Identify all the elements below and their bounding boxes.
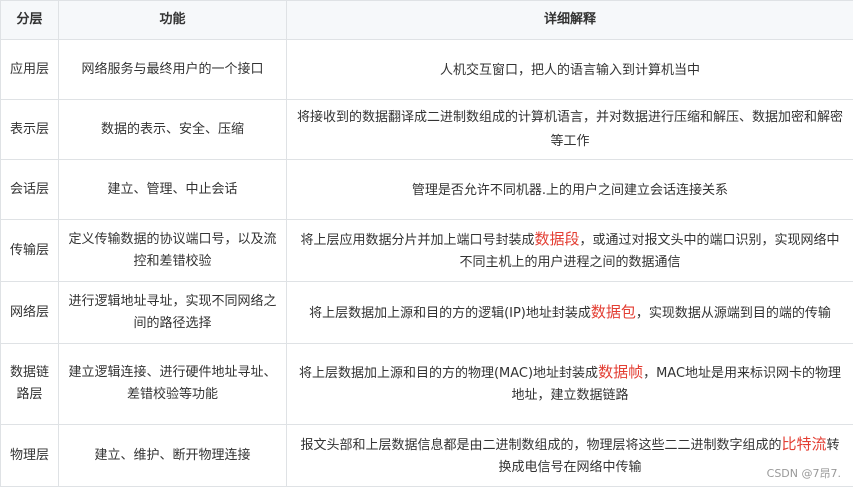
table-row-network: 网络层 进行逻辑地址寻址，实现不同网络之间的路径选择 将上层数据加上源和目的方的… bbox=[0, 281, 853, 344]
layer-detail: 将上层数据加上源和目的方的逻辑(IP)地址封装成数据包，实现数据从源端到目的端的… bbox=[286, 281, 853, 344]
table-row-physical: 物理层 建立、维护、断开物理连接 报文头部和上层数据信息都是由二进制数组成的，物… bbox=[0, 424, 853, 487]
layer-name: 物理层 bbox=[0, 424, 59, 487]
layer-name: 会话层 bbox=[0, 159, 59, 220]
header-layer: 分层 bbox=[0, 0, 59, 40]
layer-name: 网络层 bbox=[0, 281, 59, 344]
table-row-presentation: 表示层 数据的表示、安全、压缩 将接收到的数据翻译成二进制数组成的计算机语言，并… bbox=[0, 99, 853, 160]
layer-detail: 管理是否允许不同机器.上的用户之间建立会话连接关系 bbox=[286, 159, 853, 220]
detail-text-after: ，实现数据从源端到目的端的传输 bbox=[635, 305, 831, 321]
table-row-session: 会话层 建立、管理、中止会话 管理是否允许不同机器.上的用户之间建立会话连接关系 bbox=[0, 159, 853, 220]
detail-highlight: 数据包 bbox=[590, 302, 636, 321]
detail-highlight: 数据段 bbox=[534, 229, 580, 248]
detail-text: 将上层数据加上源和目的方的逻辑(IP)地址封装成 bbox=[309, 305, 591, 321]
layer-name: 数据链路层 bbox=[0, 343, 59, 425]
detail-highlight: 比特流 bbox=[781, 434, 827, 453]
header-detail: 详细解释 bbox=[286, 0, 853, 40]
layer-name: 表示层 bbox=[0, 99, 59, 160]
detail-text: 将上层应用数据分片并加上端口号封装成 bbox=[300, 232, 535, 248]
header-function: 功能 bbox=[58, 0, 287, 40]
layer-function: 建立、管理、中止会话 bbox=[58, 159, 287, 220]
layer-function: 建立逻辑连接、进行硬件地址寻址、差错校验等功能 bbox=[58, 343, 287, 425]
detail-text: 人机交互窗口，把人的语言输入到计算机当中 bbox=[439, 62, 700, 78]
detail-text: 将接收到的数据翻译成二进制数组成的计算机语言，并对数据进行压缩和解压、数据加密和… bbox=[296, 109, 843, 149]
layer-detail: 将接收到的数据翻译成二进制数组成的计算机语言，并对数据进行压缩和解压、数据加密和… bbox=[286, 99, 853, 160]
layer-function: 进行逻辑地址寻址，实现不同网络之间的路径选择 bbox=[58, 281, 287, 344]
csdn-watermark: CSDN @7昂7. bbox=[766, 467, 841, 480]
osi-layers-table: 分层 功能 详细解释 应用层 网络服务与最终用户的一个接口 人机交互窗口，把人的… bbox=[0, 0, 853, 487]
layer-function: 定义传输数据的协议端口号，以及流控和差错校验 bbox=[58, 219, 287, 282]
table-row-application: 应用层 网络服务与最终用户的一个接口 人机交互窗口，把人的语言输入到计算机当中 bbox=[0, 39, 853, 100]
layer-detail: 人机交互窗口，把人的语言输入到计算机当中 bbox=[286, 39, 853, 100]
table-row-transport: 传输层 定义传输数据的协议端口号，以及流控和差错校验 将上层应用数据分片并加上端… bbox=[0, 219, 853, 282]
detail-text: 将上层数据加上源和目的方的物理(MAC)地址封装成 bbox=[298, 366, 599, 381]
layer-name: 传输层 bbox=[0, 219, 59, 282]
layer-function: 数据的表示、安全、压缩 bbox=[58, 99, 287, 160]
table-row-data-link: 数据链路层 建立逻辑连接、进行硬件地址寻址、差错校验等功能 将上层数据加上源和目… bbox=[0, 343, 853, 425]
detail-text: 管理是否允许不同机器.上的用户之间建立会话连接关系 bbox=[411, 182, 729, 198]
layer-detail: 将上层数据加上源和目的方的物理(MAC)地址封装成数据帧，MAC地址是用来标识网… bbox=[286, 343, 853, 425]
layer-detail: 将上层应用数据分片并加上端口号封装成数据段，或通过对报文头中的端口识别，实现网络… bbox=[286, 219, 853, 282]
layer-function: 建立、维护、断开物理连接 bbox=[58, 424, 287, 487]
layer-name: 应用层 bbox=[0, 39, 59, 100]
detail-text: 报文头部和上层数据信息都是由二进制数组成的，物理层将这些二二进制数字组成的 bbox=[300, 437, 782, 453]
layer-function: 网络服务与最终用户的一个接口 bbox=[58, 39, 287, 100]
detail-highlight: 数据帧 bbox=[598, 363, 644, 381]
table-header-row: 分层 功能 详细解释 bbox=[0, 0, 853, 40]
